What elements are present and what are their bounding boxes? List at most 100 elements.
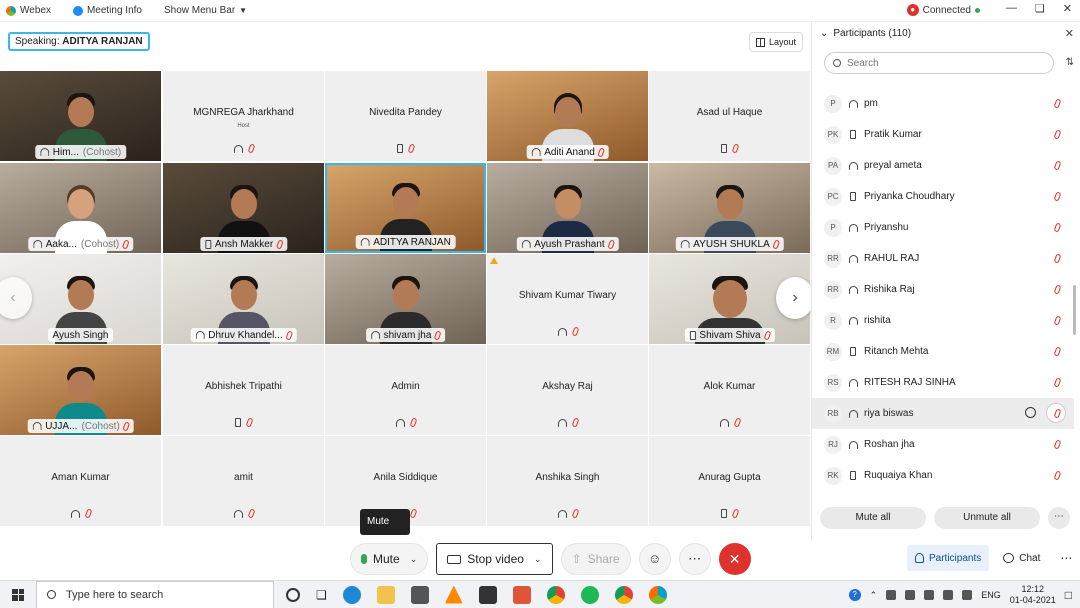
video-tile[interactable]: Ansh Makker	[163, 163, 324, 253]
close-icon[interactable]: ✕	[1065, 27, 1074, 40]
chat-button[interactable]: Chat	[995, 545, 1048, 571]
ellipsis-icon[interactable]: ⋯	[1060, 551, 1072, 565]
muted-mic-icon[interactable]	[1053, 346, 1062, 357]
participant-row[interactable]: RB riya biswas	[812, 398, 1074, 429]
audio-tile[interactable]: Shivam Kumar Tiwary	[487, 254, 648, 344]
taskbar-search[interactable]: Type here to search	[36, 580, 274, 608]
dropbox-icon[interactable]	[478, 585, 497, 604]
share-button[interactable]: ⇧ Share	[560, 543, 631, 575]
audio-tile[interactable]: Akshay Raj	[487, 345, 648, 435]
layout-button[interactable]: Layout	[749, 32, 804, 52]
unmute-all-button[interactable]: Unmute all	[934, 507, 1040, 529]
more-options-button[interactable]: ⋯	[678, 543, 711, 575]
audio-tile[interactable]: Nivedita Pandey	[325, 71, 486, 161]
chevron-down-icon[interactable]: ⌄	[410, 554, 418, 565]
muted-mic-icon[interactable]	[1053, 439, 1062, 450]
mute-button[interactable]: Mute ⌄	[350, 543, 429, 575]
wifi-icon[interactable]	[943, 590, 954, 600]
webex-taskbar-icon[interactable]	[648, 585, 667, 604]
chevron-up-icon[interactable]: ⌃	[870, 590, 878, 601]
video-tile[interactable]: UJJA... (Cohost)	[0, 345, 161, 435]
audio-tile[interactable]: Anurag Gupta	[649, 436, 810, 526]
muted-mic-icon[interactable]	[1053, 129, 1062, 140]
meeting-info-button[interactable]: Meeting Info	[72, 5, 142, 16]
muted-mic-icon[interactable]	[1053, 470, 1062, 481]
audio-tile[interactable]: Admin	[325, 345, 486, 435]
mail-icon[interactable]	[410, 585, 429, 604]
muted-mic-icon[interactable]	[1053, 98, 1062, 109]
notifications-icon[interactable]: □	[1065, 588, 1072, 602]
volume-icon[interactable]	[962, 590, 973, 600]
show-menu-bar-button[interactable]: Show Menu Bar ▼	[164, 5, 247, 16]
edge-icon[interactable]	[342, 585, 361, 604]
minimize-icon[interactable]: —	[1006, 2, 1017, 15]
app-icon[interactable]	[512, 585, 531, 604]
chrome-icon[interactable]	[546, 585, 565, 604]
chrome-icon[interactable]	[614, 585, 633, 604]
muted-mic-icon[interactable]	[1053, 222, 1062, 233]
muted-mic-icon[interactable]	[1053, 284, 1062, 295]
battery-icon[interactable]	[905, 590, 916, 600]
participant-row[interactable]: RS RITESH RAJ SINHA	[812, 367, 1074, 398]
microphone-icon[interactable]	[924, 590, 935, 600]
stop-video-button[interactable]: Stop video ⌄	[436, 543, 553, 575]
task-view-icon[interactable]: ❑	[316, 588, 327, 602]
participant-row[interactable]: PK Pratik Kumar	[812, 119, 1074, 150]
restore-icon[interactable]: ❏	[1035, 2, 1045, 15]
audio-tile[interactable]: amit	[163, 436, 324, 526]
participant-row[interactable]: Rrishita	[812, 305, 1074, 336]
leave-meeting-button[interactable]: ✕	[718, 543, 751, 575]
muted-mic-icon[interactable]	[1053, 160, 1062, 171]
video-tile[interactable]: Aaka... (Cohost)	[0, 163, 161, 253]
scrollbar[interactable]	[1073, 285, 1076, 335]
participant-search[interactable]	[824, 52, 1054, 74]
start-button[interactable]	[0, 581, 36, 608]
audio-tile[interactable]: Anshika Singh	[487, 436, 648, 526]
audio-tile[interactable]: Aman Kumar	[0, 436, 161, 526]
reactions-button[interactable]: ☺	[638, 543, 671, 575]
muted-mic-icon[interactable]	[1053, 377, 1062, 388]
chat-icon[interactable]	[1025, 407, 1036, 418]
participants-header[interactable]: ⌄ Participants (110)	[820, 28, 911, 39]
sort-icon[interactable]: ⇅	[1066, 57, 1074, 68]
tray-app-icon[interactable]	[886, 590, 897, 600]
video-tile[interactable]: Dhruv Khandel...	[163, 254, 324, 344]
vlc-icon[interactable]	[444, 585, 463, 604]
next-page-arrow-icon[interactable]: ›	[776, 277, 814, 319]
audio-tile[interactable]: Alok Kumar	[649, 345, 810, 435]
participant-row[interactable]: P Priyanshu	[812, 212, 1074, 243]
participant-row[interactable]: RR Rishika Raj	[812, 274, 1074, 305]
file-explorer-icon[interactable]	[376, 585, 395, 604]
mute-all-button[interactable]: Mute all	[820, 507, 926, 529]
participant-row[interactable]: PC Priyanka Choudhary	[812, 181, 1074, 212]
help-icon[interactable]: ?	[848, 589, 861, 601]
participant-row[interactable]: RM Ritanch Mehta	[812, 336, 1074, 367]
audio-tile[interactable]: MGNREGA Jharkhand Host	[163, 71, 324, 161]
cortana-icon[interactable]	[286, 587, 300, 602]
connection-status[interactable]: ● Connected	[906, 4, 980, 16]
video-tile-active-speaker[interactable]: ADITYA RANJAN	[325, 163, 486, 253]
close-window-icon[interactable]: ✕	[1063, 2, 1072, 15]
language-indicator[interactable]: ENG	[981, 590, 1001, 600]
video-tile[interactable]: Ayush Prashant	[487, 163, 648, 253]
spotify-icon[interactable]	[580, 585, 599, 604]
muted-mic-icon[interactable]	[1053, 191, 1062, 202]
participant-row[interactable]: RK Ruquaiya Khan	[812, 460, 1074, 491]
search-input[interactable]	[847, 57, 1027, 69]
audio-tile[interactable]: Asad ul Haque	[649, 71, 810, 161]
video-tile[interactable]: Aditi Anand	[487, 71, 648, 161]
participant-row[interactable]: RJ Roshan jha	[812, 429, 1074, 460]
video-tile[interactable]: AYUSH SHUKLA	[649, 163, 810, 253]
muted-mic-icon[interactable]	[1053, 253, 1062, 264]
video-tile[interactable]: Him... (Cohost)	[0, 71, 161, 161]
audio-tile[interactable]: Abhishek Tripathi	[163, 345, 324, 435]
participant-row[interactable]: PA preyal ameta	[812, 150, 1074, 181]
participant-row[interactable]: RR RAHUL RAJ	[812, 243, 1074, 274]
muted-mic-icon[interactable]	[1053, 315, 1062, 326]
participants-button[interactable]: Participants	[907, 545, 990, 571]
participant-row[interactable]: Ppm	[812, 88, 1074, 119]
video-tile[interactable]: shivam jha	[325, 254, 486, 344]
more-options-icon[interactable]: ⋯	[1048, 507, 1070, 529]
chevron-down-icon[interactable]: ⌄	[534, 554, 542, 565]
clock[interactable]: 12:12 01-04-2021	[1010, 584, 1056, 606]
